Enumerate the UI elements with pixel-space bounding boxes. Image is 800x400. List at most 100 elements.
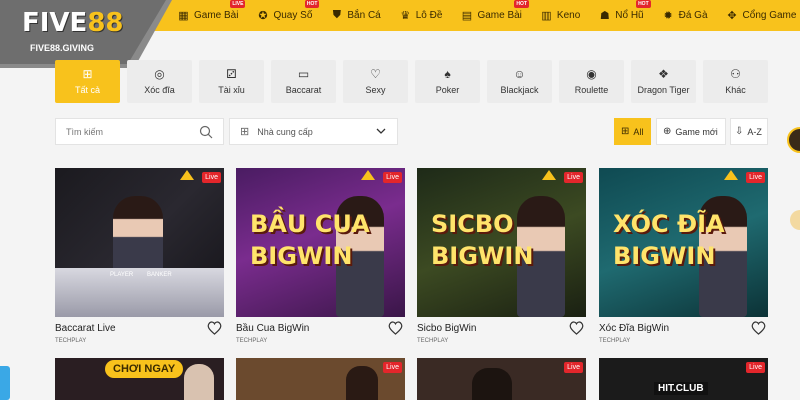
live-badge: Live — [564, 172, 583, 183]
category-tab-2[interactable]: ⚂ Tài xỉu — [199, 60, 264, 103]
nav-item-6[interactable]: ☗ Nổ Hũ HOT — [589, 0, 652, 31]
game-name[interactable]: Baccarat Live — [55, 323, 116, 334]
sort-az-label: A-Z — [747, 126, 762, 137]
category-tabs: ⊞ Tất cả ◎ Xóc đĩa ⚂ Tài xỉu ▭ Baccarat ♡ Sexy ♠ Po… — [55, 60, 768, 103]
category-label: Xóc đĩa — [144, 85, 175, 95]
sort-az-button[interactable]: ⇩ A-Z — [730, 118, 768, 145]
play-now-button[interactable]: CHƠI NGAY — [105, 360, 184, 378]
ticket-icon: ✪ — [258, 10, 268, 22]
game-name[interactable]: Sicbo BigWin — [417, 323, 476, 334]
logo-brand: FIVE88 — [22, 8, 124, 38]
heart-icon[interactable] — [388, 321, 403, 335]
sort-all-label: All — [633, 126, 644, 137]
dealer-figure — [346, 366, 378, 400]
keno-icon: ▥ — [541, 10, 552, 22]
category-icon: ⚂ — [226, 67, 237, 81]
nav-item-3[interactable]: ♛ Lô Đề — [390, 0, 452, 31]
nav-item-label: Lô Đề — [415, 10, 443, 21]
game-card[interactable]: BẦU CUA BIGWIN Live Bầu Cua BigWin TECHPLAY — [236, 168, 405, 344]
nav-item-label: Game Bài — [194, 10, 239, 21]
heart-icon[interactable] — [751, 321, 766, 335]
nav-badge: LIVE — [230, 0, 246, 8]
logo-domain: FIVE88.GIVING — [30, 43, 95, 53]
lottery-icon: ♛ — [400, 10, 411, 22]
nav-item-2[interactable]: ⛊ Bắn Cá — [321, 0, 389, 31]
game-card-row2-1[interactable]: CHƠI NGAY — [55, 358, 224, 400]
grid-icon: ⊞ — [240, 126, 250, 138]
category-tab-8[interactable]: ❖ Dragon Tiger — [631, 60, 696, 103]
sort-icon: ⇩ — [735, 126, 744, 137]
category-tab-5[interactable]: ♠ Poker — [415, 60, 480, 103]
search-box[interactable] — [55, 118, 224, 145]
nav-item-7[interactable]: ✹ Đá Gà — [653, 0, 717, 31]
category-tab-7[interactable]: ◉ Roulette — [559, 60, 624, 103]
game-card-row2-4[interactable]: HIT.CLUB Live — [599, 358, 768, 400]
live-badge: Live — [746, 362, 765, 373]
provider-label: Nhà cung cấp — [257, 126, 313, 137]
game-card[interactable]: XÓC ĐĨA BIGWIN Live Xóc Đĩa BigWin TECHPLAY — [599, 168, 768, 344]
fish-icon: ⛊ — [332, 9, 342, 21]
category-icon: ◎ — [154, 67, 165, 81]
provider-badge-icon — [542, 170, 556, 180]
game-card-row2-2[interactable]: Live — [236, 358, 405, 400]
category-icon: ❖ — [658, 67, 669, 81]
category-tab-9[interactable]: ⚇ Khác — [703, 60, 768, 103]
nav-item-label: Keno — [556, 10, 581, 21]
game-thumbnail[interactable]: SICBO BIGWIN Live — [417, 168, 586, 317]
nav-item-8[interactable]: ✥ Cổng Game — [717, 0, 800, 31]
new-icon: ⊕ — [663, 126, 672, 137]
live-badge: Live — [202, 172, 221, 183]
sort-all-button[interactable]: ⊞ All — [614, 118, 651, 145]
dealer-figure — [472, 368, 512, 400]
category-label: Roulette — [574, 85, 609, 95]
live-badge: Live — [564, 362, 583, 373]
game-thumbnail[interactable]: BẦU CUA BIGWIN Live — [236, 168, 405, 317]
nav-item-label: Đá Gà — [678, 10, 708, 21]
provider-select[interactable]: ⊞ Nhà cung cấp — [229, 118, 398, 145]
category-icon: ⊞ — [82, 67, 93, 81]
category-label: Tất cả — [74, 85, 100, 95]
nav-item-label: Game Bài — [477, 10, 522, 21]
category-icon: ☺ — [513, 67, 526, 81]
nav-item-4[interactable]: ▤ Game Bài HOT — [451, 0, 530, 31]
game-art-title: BẦU CUA — [250, 210, 370, 238]
nav-item-5[interactable]: ▥ Keno — [531, 0, 589, 31]
game-thumbnail[interactable]: XÓC ĐĨA BIGWIN Live — [599, 168, 768, 317]
rooster-icon: ✹ — [663, 10, 673, 22]
chevron-down-icon — [376, 128, 386, 134]
nav-item-label: Nổ Hũ — [615, 10, 644, 21]
side-float-button[interactable] — [0, 366, 10, 400]
game-thumbnail[interactable]: PLAYER BANKER Live — [55, 168, 224, 317]
game-card[interactable]: SICBO BIGWIN Live Sicbo BigWin TECHPLAY — [417, 168, 586, 344]
game-card-row2-3[interactable]: Live — [417, 358, 586, 400]
nav-item-label: Bắn Cá — [347, 10, 381, 21]
logo[interactable]: FIVE88 FIVE88.GIVING — [0, 0, 172, 68]
sort-new-button[interactable]: ⊕ Game mới — [656, 118, 726, 145]
category-tab-1[interactable]: ◎ Xóc đĩa — [127, 60, 192, 103]
category-label: Baccarat — [285, 85, 322, 95]
game-name[interactable]: Xóc Đĩa BigWin — [599, 323, 669, 334]
nav-item-label: Quay Số — [273, 10, 313, 21]
nav-item-1[interactable]: ✪ Quay Số HOT — [247, 0, 321, 31]
game-card[interactable]: PLAYER BANKER Live Baccarat Live TECHPLAY — [55, 168, 224, 344]
category-label: Sexy — [365, 85, 386, 95]
gamepad-icon: ✥ — [727, 10, 737, 22]
heart-icon[interactable] — [207, 321, 222, 335]
grid-icon: ⊞ — [621, 126, 630, 137]
category-tab-6[interactable]: ☺ Blackjack — [487, 60, 552, 103]
category-label: Blackjack — [500, 85, 539, 95]
page: ▦ Game Bài LIVE ✪ Quay Số HOT ⛊ Bắn Cá ♛ Lô Đề ▤ Ga… — [0, 0, 800, 400]
game-art-subtitle: BIGWIN — [431, 242, 534, 270]
cards-icon: ▦ — [178, 10, 189, 22]
heart-icon[interactable] — [569, 321, 584, 335]
search-input[interactable] — [66, 126, 196, 137]
category-tab-0[interactable]: ⊞ Tất cả — [55, 60, 120, 103]
game-name[interactable]: Bầu Cua BigWin — [236, 323, 309, 334]
category-label: Khác — [725, 85, 746, 95]
category-tab-3[interactable]: ▭ Baccarat — [271, 60, 336, 103]
nav-item-0[interactable]: ▦ Game Bài LIVE — [168, 0, 247, 31]
live-badge: Live — [746, 172, 765, 183]
category-tab-4[interactable]: ♡ Sexy — [343, 60, 408, 103]
side-promo-icon[interactable] — [787, 120, 800, 260]
search-icon[interactable] — [199, 125, 213, 139]
